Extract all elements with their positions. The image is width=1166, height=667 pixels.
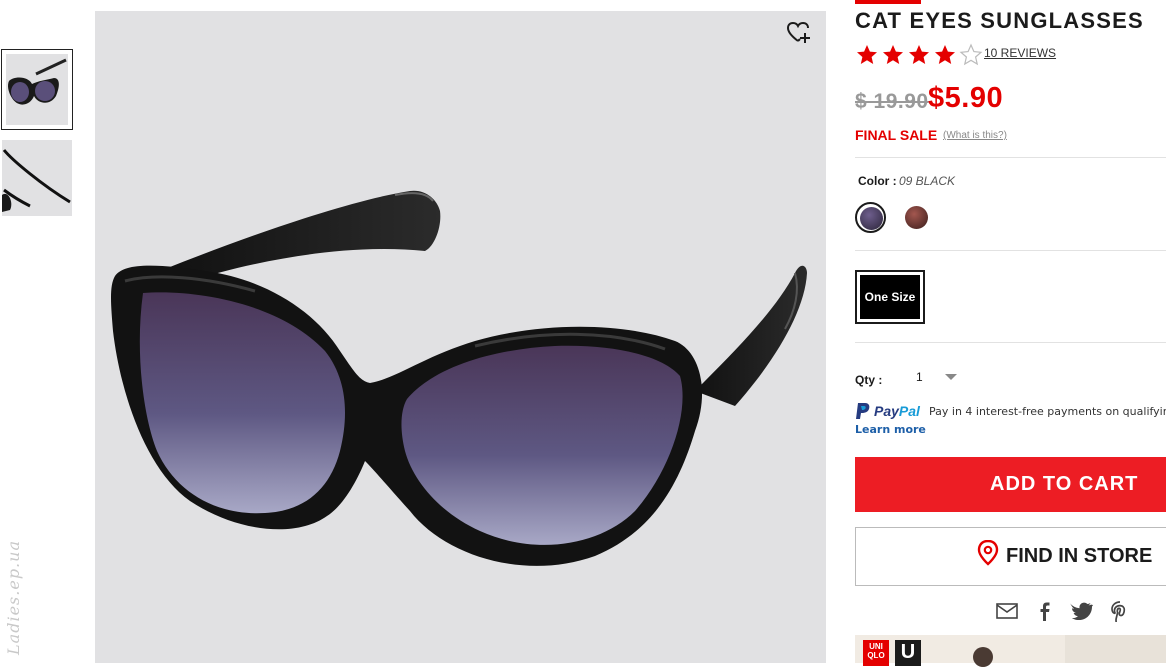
wishlist-heart-icon[interactable]	[786, 21, 812, 45]
original-price: $ 19.90	[855, 90, 929, 113]
divider	[855, 157, 1166, 158]
thumbnail-strip: Ladies.ep.ua	[0, 0, 80, 663]
thumbnail-front-view[interactable]	[1, 49, 73, 130]
paypal-logo-pal: Pal	[898, 403, 920, 419]
star-filled-icon	[883, 45, 903, 64]
color-selected-value: 09 BLACK	[899, 174, 956, 188]
find-in-store-button[interactable]: FIND IN STORE	[855, 527, 1166, 586]
final-sale-label: FINAL SALE	[855, 127, 938, 143]
promo-banner[interactable]: UNI QLO U	[855, 635, 1166, 667]
star-filled-icon	[909, 45, 929, 64]
banner-panel	[1065, 635, 1166, 663]
size-label: One Size	[860, 275, 920, 319]
location-pin-icon	[977, 539, 999, 566]
thumbnail-side-view[interactable]	[2, 140, 72, 216]
thumbnail-glasses-front-image	[8, 58, 67, 105]
star-filled-icon	[935, 45, 955, 64]
sale-flag-bar	[855, 0, 921, 4]
quantity-label: Qty :	[855, 373, 883, 387]
divider	[855, 250, 1166, 251]
sale-price: $5.90	[928, 82, 1004, 114]
color-swatch-brown[interactable]	[901, 202, 932, 233]
quantity-select[interactable]: 1	[907, 365, 967, 387]
paypal-logo: PayPal	[855, 402, 920, 420]
main-product-image	[95, 11, 826, 663]
color-label: Color :	[858, 174, 897, 188]
star-empty-icon	[959, 43, 983, 66]
paypal-p-icon	[856, 403, 870, 419]
facebook-icon[interactable]	[1033, 600, 1057, 622]
email-icon[interactable]	[995, 600, 1019, 622]
divider	[855, 342, 1166, 343]
brand-logo-u: U	[895, 640, 921, 666]
quantity-value: 1	[916, 370, 923, 384]
reviews-link[interactable]: 10 REVIEWS	[984, 46, 1056, 60]
sunglasses-image	[111, 190, 807, 566]
banner-model-image	[973, 647, 993, 667]
chevron-down-icon	[945, 374, 957, 380]
what-is-this-link[interactable]: (What is this?)	[943, 130, 1007, 141]
size-one-size-button[interactable]: One Size	[855, 270, 925, 324]
color-swatch-black[interactable]	[855, 202, 886, 233]
product-title: CAT EYES SUNGLASSES	[855, 8, 1144, 33]
product-info-panel: CAT EYES SUNGLASSES 10 REVIEWS $ 19.90 $…	[855, 0, 1166, 667]
add-to-cart-button[interactable]: ADD TO CART	[855, 457, 1166, 512]
paypal-message: Pay in 4 interest-free payments on quali…	[929, 405, 1166, 418]
thumbnail-glasses-side-image	[2, 149, 71, 212]
pinterest-icon[interactable]	[1108, 600, 1132, 622]
paypal-learn-more-link[interactable]: Learn more	[855, 423, 926, 436]
brand-logo: UNI QLO	[863, 640, 889, 666]
twitter-icon[interactable]	[1070, 600, 1094, 622]
rating-stars	[855, 43, 983, 67]
paypal-logo-pay: Pay	[874, 403, 899, 419]
star-filled-icon	[857, 45, 877, 64]
find-in-store-label: FIND IN STORE	[1006, 545, 1153, 567]
watermark: Ladies.ep.ua	[4, 540, 23, 655]
